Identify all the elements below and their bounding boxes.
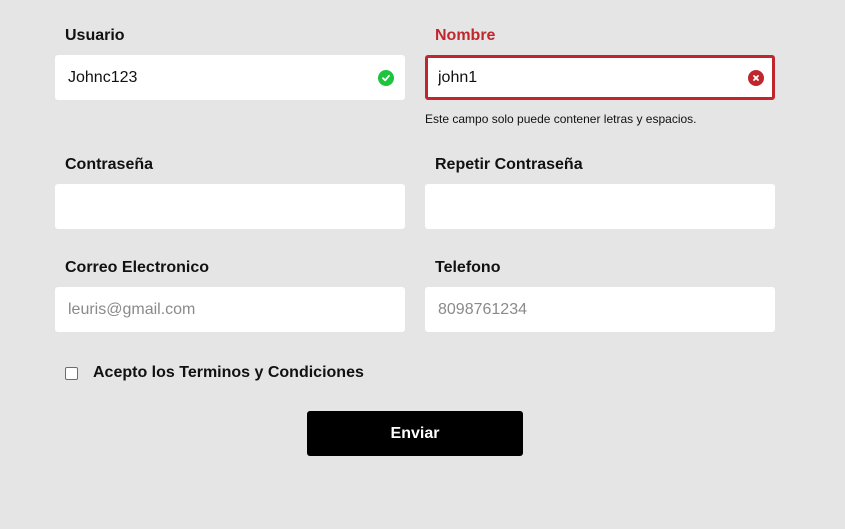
telefono-input-wrap [425,287,775,332]
row-user-name: Usuario Nombre Este campo solo puede con… [55,26,775,155]
field-telefono: Telefono [425,258,775,361]
repetir-contrasena-input[interactable] [428,187,772,226]
row-passwords: Contraseña Repetir Contraseña [55,155,775,258]
nombre-input-wrap [425,55,775,100]
repetir-contrasena-label: Repetir Contraseña [435,156,583,173]
x-circle-icon [748,69,764,86]
row-contact: Correo Electronico Telefono [55,258,775,361]
enviar-button[interactable]: Enviar [307,411,523,456]
usuario-input[interactable] [58,58,402,97]
field-usuario: Usuario [55,26,405,155]
usuario-input-wrap [55,55,405,100]
nombre-label: Nombre [435,27,496,44]
telefono-input[interactable] [428,290,772,329]
correo-input-wrap [55,287,405,332]
correo-input[interactable] [58,290,402,329]
nombre-input[interactable] [428,58,772,97]
registration-form: Usuario Nombre Este campo solo puede con… [55,26,775,385]
repetir-contrasena-input-wrap [425,184,775,229]
field-contrasena: Contraseña [55,155,405,258]
nombre-error-message: Este campo solo puede contener letras y … [425,112,697,126]
terms-label[interactable]: Acepto los Terminos y Condiciones [93,364,364,382]
contrasena-input[interactable] [58,187,402,226]
field-repetir-contrasena: Repetir Contraseña [425,155,775,258]
field-correo: Correo Electronico [55,258,405,361]
contrasena-input-wrap [55,184,405,229]
correo-label: Correo Electronico [65,259,210,276]
contrasena-label: Contraseña [65,156,154,173]
field-nombre: Nombre Este campo solo puede contener le… [425,26,775,155]
terms-row: Acepto los Terminos y Condiciones [55,361,775,385]
telefono-label: Telefono [435,259,501,276]
terms-checkbox[interactable] [65,366,78,380]
usuario-label: Usuario [65,27,125,44]
check-circle-icon [378,69,394,86]
